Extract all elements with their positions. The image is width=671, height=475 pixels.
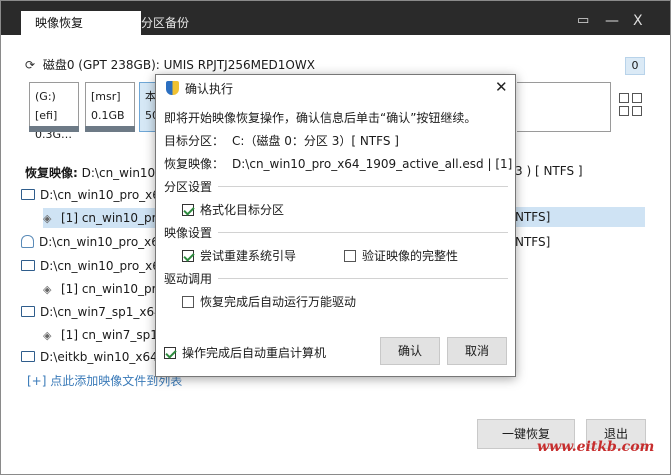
disk-header: ⟳ 磁盘0 (GPT 238GB): UMIS RPJTJ256MED1OWX xyxy=(25,56,645,74)
tab-image-restore[interactable]: 映像恢复 xyxy=(21,11,141,35)
dialog-close-button[interactable]: ✕ xyxy=(495,78,508,96)
auto-driver-checkbox[interactable]: 恢复完成后自动运行万能驱动 xyxy=(182,293,356,310)
checkbox-checked-icon xyxy=(182,250,194,262)
computer-icon xyxy=(21,351,35,362)
list-item-ghost-file[interactable]: D:\cn_win10_pro_x6 xyxy=(21,232,159,252)
rebuild-boot-checkbox[interactable]: 尝试重建系统引导 xyxy=(182,247,296,264)
partition-efi[interactable]: (G:)[efi] 0.3G… xyxy=(29,82,79,141)
dialog-intro: 即将开始映像恢复操作，确认信息后单击“确认”按钮继续。 xyxy=(164,111,477,125)
list-item-image-index[interactable]: ◈ [1] cn_win7_sp1_x xyxy=(43,325,171,345)
partition-size: 0.1GB xyxy=(91,109,125,122)
partition-msr[interactable]: [msr] 0.1GB xyxy=(85,82,135,132)
restore-image-path: D:\cn_win10 xyxy=(81,166,156,180)
target-partition-row: 目标分区： C:（磁盘 0：分区 3）[ NTFS ] xyxy=(164,134,399,148)
confirm-button[interactable]: 确认 xyxy=(380,337,440,365)
minimize-button[interactable]: — xyxy=(605,13,619,29)
disk-count-badge: 0 xyxy=(625,57,645,75)
watermark: www.eitkb.com xyxy=(537,439,655,455)
restore-image-row: 恢复映像： D:\cn_win10_pro_x64_1909_active_all… xyxy=(164,157,513,171)
list-item-image-index[interactable]: ◈ [1] cn_win10_pro xyxy=(43,279,164,299)
layers-icon: ◈ xyxy=(43,283,52,296)
list-item-image-file[interactable]: D:\cn_win10_pro_x6 xyxy=(21,256,160,276)
checkbox-unchecked-icon xyxy=(182,296,194,308)
cancel-button[interactable]: 取消 xyxy=(447,337,507,365)
target-info-text: 3 ) [ NTFS ] xyxy=(515,164,583,178)
computer-icon xyxy=(21,260,35,271)
checkbox-checked-icon xyxy=(182,204,194,216)
list-item-image-index[interactable]: ◈ [1] cn_win10_pro xyxy=(43,208,164,228)
layout-toggle-icon[interactable] xyxy=(619,93,645,119)
list-item-image-file[interactable]: D:\cn_win7_sp1_x64 xyxy=(21,302,162,322)
section-partition-settings: 分区设置 xyxy=(164,178,508,195)
tab-partition-backup[interactable]: 分区备份 xyxy=(141,11,261,35)
verify-image-checkbox[interactable]: 验证映像的完整性 xyxy=(344,247,458,264)
close-button[interactable]: X xyxy=(633,13,643,29)
ntfs-label: NTFS] xyxy=(515,210,551,224)
restore-window-icon[interactable]: ▭ xyxy=(577,13,589,28)
checkbox-unchecked-icon xyxy=(344,250,356,262)
ntfs-label: NTFS] xyxy=(515,235,551,249)
dialog-title: 确认执行 xyxy=(166,80,233,98)
format-target-checkbox[interactable]: 格式化目标分区 xyxy=(182,201,284,218)
shield-icon xyxy=(166,81,179,95)
partition-name: (G:)[efi] xyxy=(35,90,58,122)
refresh-icon[interactable]: ⟳ xyxy=(25,56,39,74)
restore-image-label: 恢复映像: xyxy=(25,166,78,180)
partition-name: [msr] xyxy=(91,90,121,103)
restore-image-row: 恢复映像: D:\cn_win10 xyxy=(25,164,155,181)
ghost-icon xyxy=(21,235,34,248)
title-bar: 映像恢复 分区备份 ▭ — X xyxy=(1,1,670,35)
list-item-image-file[interactable]: D:\cn_win10_pro_x6 xyxy=(21,185,160,205)
section-image-settings: 映像设置 xyxy=(164,224,508,241)
disk-label: 磁盘0 (GPT 238GB): UMIS RPJTJ256MED1OWX xyxy=(42,58,315,72)
layers-icon: ◈ xyxy=(43,329,52,342)
confirm-dialog: 确认执行 ✕ 即将开始映像恢复操作，确认信息后单击“确认”按钮继续。 目标分区：… xyxy=(155,74,516,377)
section-driver: 驱动调用 xyxy=(164,270,508,287)
computer-icon xyxy=(21,306,35,317)
checkbox-checked-icon xyxy=(164,347,176,359)
list-item-image-file[interactable]: D:\eitkb_win10_x64 xyxy=(21,347,158,367)
auto-restart-checkbox[interactable]: 操作完成后自动重启计算机 xyxy=(164,344,326,361)
layers-icon: ◈ xyxy=(43,212,52,225)
computer-icon xyxy=(21,189,35,200)
partition-remaining[interactable] xyxy=(517,82,611,132)
